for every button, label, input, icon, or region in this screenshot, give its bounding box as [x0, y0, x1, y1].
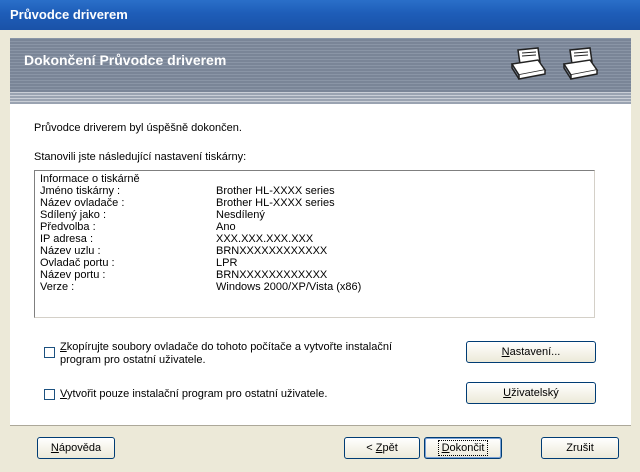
help-button[interactable]: Nápověda — [37, 437, 115, 459]
printer-info-list[interactable]: Informace o tiskárně Jméno tiskárny : Bro… — [34, 170, 595, 318]
success-message: Průvodce driverem byl úspěšně dokončen. — [34, 122, 242, 134]
title-bar: Průvodce driverem — [0, 0, 640, 30]
banner-title: Dokončení Průvodce driverem — [24, 52, 227, 68]
custom-button[interactable]: Uživatelský — [466, 382, 596, 404]
wizard-window: Průvodce driverem Dokončení Průvodce dri… — [0, 0, 640, 472]
copy-drivers-label[interactable]: Zkopírujte soubory ovladače do tohoto po… — [60, 341, 392, 367]
installer-only-label[interactable]: Vytvořit pouze instalační program pro os… — [60, 388, 327, 401]
info-heading: Informace o tiskárně — [40, 173, 140, 185]
header-banner: Dokončení Průvodce driverem — [10, 38, 631, 105]
finish-button[interactable]: Dokončit — [424, 437, 502, 459]
settings-button[interactable]: Nastavení... — [466, 341, 596, 363]
back-button[interactable]: < Zpět — [344, 437, 420, 459]
copy-drivers-checkbox[interactable] — [44, 347, 55, 358]
installer-only-checkbox[interactable] — [44, 389, 55, 400]
cancel-button[interactable]: Zrušit — [541, 437, 619, 459]
printer-icon — [562, 47, 599, 80]
banner-separator — [10, 92, 631, 104]
settings-intro: Stanovili jste následující nastavení tis… — [34, 151, 247, 163]
window-title: Průvodce driverem — [10, 7, 128, 22]
printer-icon — [510, 47, 547, 80]
